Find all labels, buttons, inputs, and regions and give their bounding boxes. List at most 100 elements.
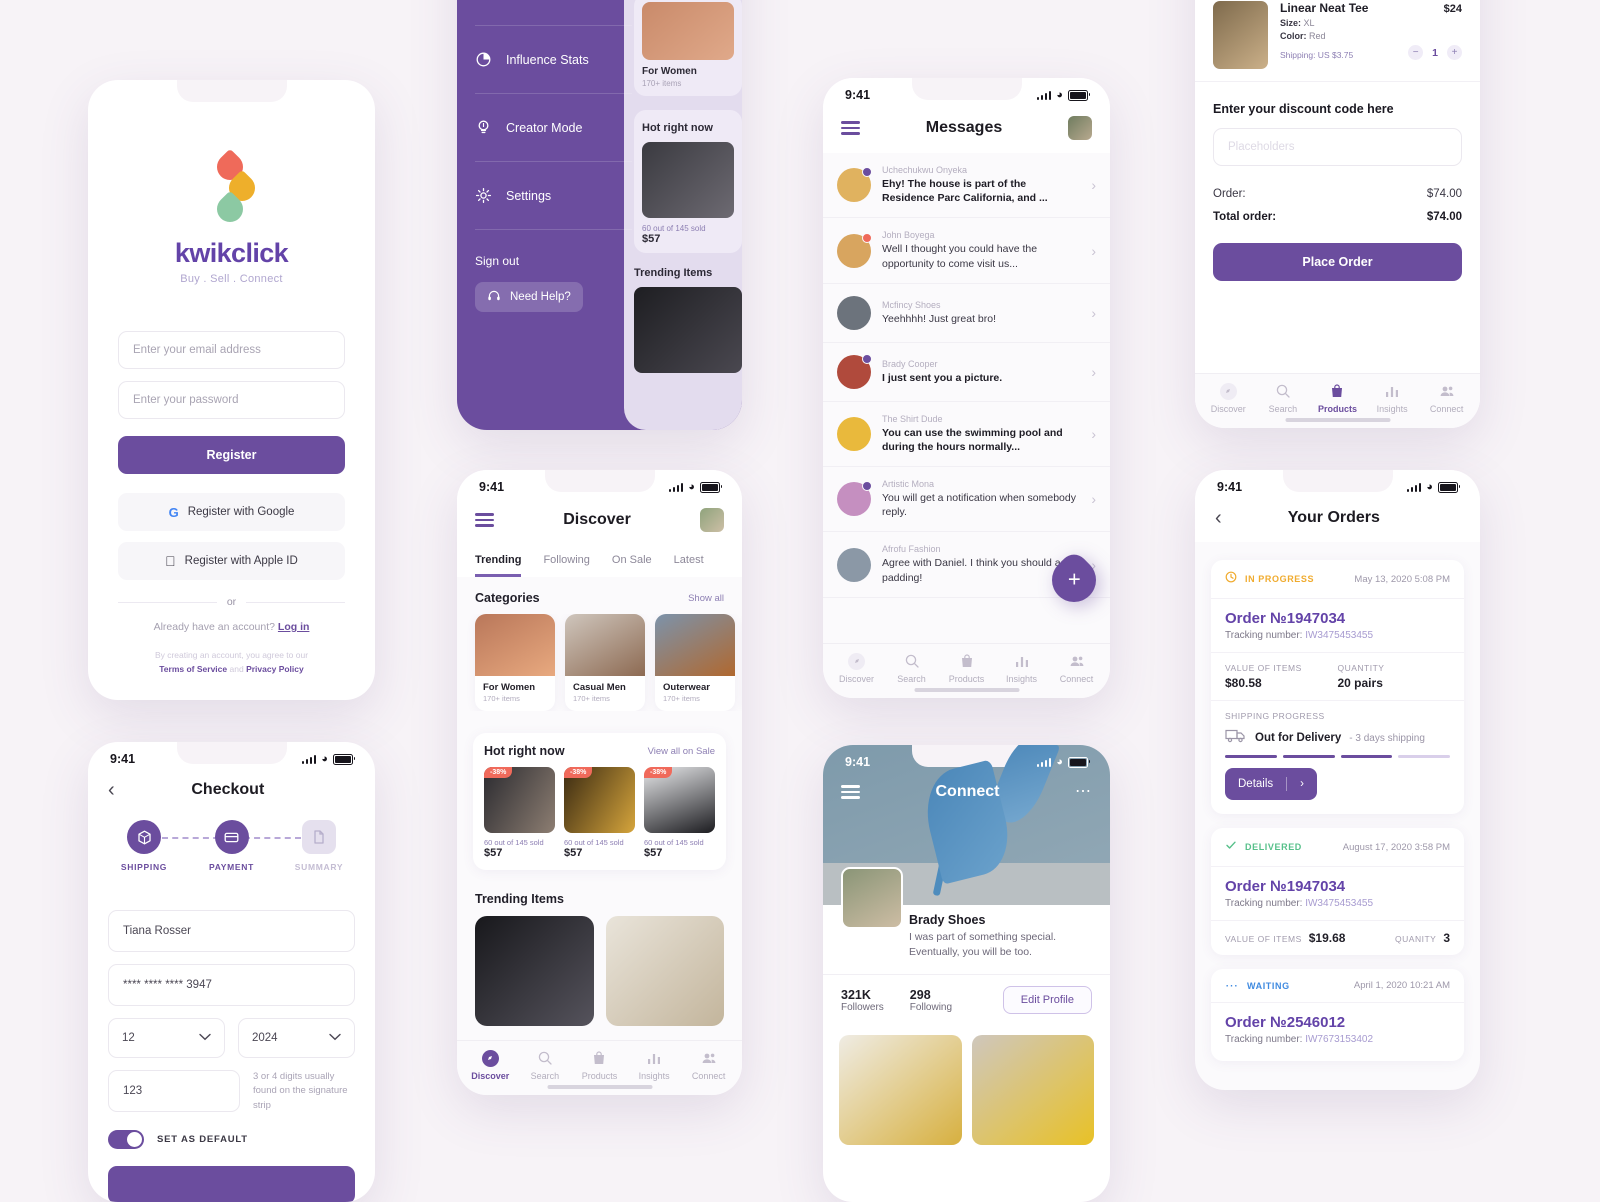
password-field[interactable]: Enter your password xyxy=(118,381,345,419)
menu-button[interactable] xyxy=(475,513,494,527)
trending-item[interactable] xyxy=(475,916,594,1026)
hot-item[interactable]: -38% 60 out of 145 sold $57 xyxy=(564,767,635,859)
profile-avatar[interactable] xyxy=(841,867,903,929)
hot-item[interactable]: -38% 60 out of 145 sold $57 xyxy=(484,767,555,859)
tab-discover[interactable]: Discover xyxy=(1201,382,1256,414)
drawer-item-influence-stats[interactable]: Influence Stats xyxy=(475,26,632,94)
following-label: Following xyxy=(909,1001,953,1013)
sign-out-button[interactable]: Sign out xyxy=(475,254,632,268)
profile-gallery xyxy=(823,1025,1110,1146)
brand-logo: kwikclick Buy . Sell . Connect xyxy=(118,148,345,285)
year-value: 2024 xyxy=(252,1032,278,1044)
email-field[interactable]: Enter your email address xyxy=(118,331,345,369)
message-row[interactable]: Uchechukwu Onyeka Ehy! The house is part… xyxy=(823,153,1110,219)
drawer-item-creator-mode[interactable]: Creator Mode xyxy=(475,94,632,162)
tab-connect[interactable]: Connect xyxy=(1049,652,1104,684)
tab-latest[interactable]: Latest xyxy=(674,554,704,577)
tab-insights[interactable]: Insights xyxy=(994,652,1049,684)
tab-following[interactable]: Following xyxy=(543,554,589,577)
trending-item[interactable] xyxy=(605,916,724,1026)
increase-button[interactable]: + xyxy=(1447,45,1462,60)
menu-button[interactable] xyxy=(841,121,860,135)
quantity-stepper[interactable]: − 1 + xyxy=(1408,45,1462,60)
message-row[interactable]: Mcfincy Shoes Yeehhhh! Just great bro! › xyxy=(823,283,1110,343)
peek-category-title: For Women xyxy=(642,66,697,77)
step-payment[interactable]: PAYMENT xyxy=(202,820,262,872)
message-row[interactable]: The Shirt Dude You can use the swimming … xyxy=(823,401,1110,468)
order-status-row: ⋯ WAITING April 1, 2020 10:21 AM xyxy=(1211,969,1464,1003)
details-button[interactable]: Details › xyxy=(1225,768,1317,800)
card-icon xyxy=(214,820,249,854)
category-card[interactable]: Casual Men 170+ items xyxy=(565,614,645,711)
hot-item[interactable]: -38% 60 out of 145 sold $57 xyxy=(644,767,715,859)
tab-connect[interactable]: Connect xyxy=(1419,382,1474,414)
value-amount: $80.58 xyxy=(1225,676,1262,690)
tab-trending[interactable]: Trending xyxy=(475,554,522,577)
sender-name: Artistic Mona xyxy=(882,479,935,490)
tab-on-sale[interactable]: On Sale xyxy=(612,554,652,577)
avatar[interactable] xyxy=(700,508,724,532)
document-icon xyxy=(302,820,336,854)
tab-products[interactable]: Products xyxy=(1310,382,1365,414)
show-all-link[interactable]: Show all xyxy=(688,593,724,604)
tab-products[interactable]: Products xyxy=(572,1049,627,1081)
tab-discover[interactable]: Discover xyxy=(463,1049,518,1081)
category-card[interactable]: Outerwear 170+ items xyxy=(655,614,735,711)
notch xyxy=(176,742,287,764)
cvv-input[interactable]: 123 xyxy=(108,1070,240,1113)
tab-connect[interactable]: Connect xyxy=(681,1049,736,1081)
screen-menu-drawer: For Women 170+ items Hot right now 60 ou… xyxy=(457,0,742,430)
drawer-item-kwikcash-history[interactable]: KwikCash History xyxy=(475,0,632,26)
drawer-label: Creator Mode xyxy=(506,120,583,135)
tab-insights[interactable]: Insights xyxy=(1365,382,1420,414)
drawer-item-settings[interactable]: Settings xyxy=(475,162,632,230)
edit-profile-button[interactable]: Edit Profile xyxy=(1002,986,1092,1015)
quantity-label: QUANITY xyxy=(1395,934,1437,944)
decrease-button[interactable]: − xyxy=(1408,45,1424,60)
tab-discover[interactable]: Discover xyxy=(829,652,884,684)
category-card[interactable]: For Women 170+ items xyxy=(475,614,555,711)
checkout-submit-button[interactable] xyxy=(108,1165,355,1202)
discount-input[interactable]: Placeholders xyxy=(1213,128,1462,166)
tab-products[interactable]: Products xyxy=(939,652,994,684)
tab-search[interactable]: Search xyxy=(518,1049,573,1081)
privacy-link[interactable]: Privacy Policy xyxy=(246,664,304,674)
avatar[interactable] xyxy=(1068,116,1092,140)
ellipsis-icon[interactable]: ⋯ xyxy=(1075,784,1092,800)
login-link[interactable]: Log in xyxy=(278,621,310,633)
place-order-button[interactable]: Place Order xyxy=(1213,243,1462,281)
step-shipping[interactable]: SHIPPING xyxy=(114,820,174,872)
order-number: Order №1947034 xyxy=(1225,878,1346,895)
notch xyxy=(911,78,1022,100)
message-row[interactable]: Brady Cooper I just sent you a picture. … xyxy=(823,342,1110,402)
step-summary[interactable]: SUMMARY xyxy=(289,820,349,872)
gallery-item[interactable] xyxy=(839,1035,962,1146)
tab-search[interactable]: Search xyxy=(1256,382,1311,414)
terms-link[interactable]: Terms of Service xyxy=(159,664,227,674)
chevron-right-icon: › xyxy=(1091,491,1096,508)
register-google-button[interactable]: G Register with Google xyxy=(118,493,345,531)
notch xyxy=(544,470,655,492)
register-button[interactable]: Register xyxy=(118,436,345,474)
message-row[interactable]: Artistic Mona You will get a notificatio… xyxy=(823,467,1110,533)
message-row[interactable]: John Boyega Well I thought you could hav… xyxy=(823,218,1110,284)
need-help-button[interactable]: Need Help? xyxy=(475,282,583,312)
chevron-right-icon: › xyxy=(1091,425,1096,442)
page-title: Messages xyxy=(925,119,1003,136)
chevron-right-icon: › xyxy=(1091,177,1096,194)
people-icon xyxy=(700,1049,718,1067)
register-apple-button[interactable]:  Register with Apple ID xyxy=(118,542,345,580)
tab-search[interactable]: Search xyxy=(884,652,939,684)
expiry-month-select[interactable]: 12 xyxy=(108,1018,225,1058)
view-all-on-sale-link[interactable]: View all on Sale xyxy=(648,746,715,757)
signal-icon xyxy=(668,482,684,492)
back-button[interactable]: ‹ xyxy=(1215,508,1222,528)
back-button[interactable]: ‹ xyxy=(108,780,115,800)
tab-insights[interactable]: Insights xyxy=(627,1049,682,1081)
gallery-item[interactable] xyxy=(971,1035,1094,1146)
set-as-default-toggle[interactable] xyxy=(108,1129,144,1149)
menu-button[interactable] xyxy=(841,785,860,799)
name-input[interactable]: Tiana Rosser xyxy=(108,910,355,952)
expiry-year-select[interactable]: 2024 xyxy=(238,1018,355,1058)
card-number-input[interactable]: **** **** **** 3947 xyxy=(108,964,355,1006)
